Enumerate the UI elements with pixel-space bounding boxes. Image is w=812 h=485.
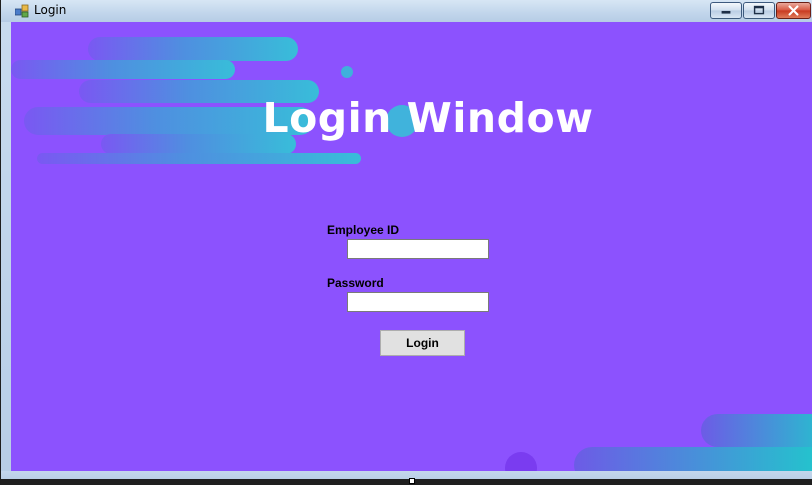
minimize-button[interactable] bbox=[710, 2, 742, 19]
designer-surface-edge bbox=[1, 479, 812, 485]
resize-handle[interactable] bbox=[409, 478, 415, 484]
password-label: Password bbox=[327, 276, 384, 290]
title-bar[interactable]: Login bbox=[1, 0, 812, 22]
login-heading: Login Window bbox=[262, 94, 594, 142]
close-icon bbox=[788, 5, 799, 16]
form-client-area: Login Window Employee ID Password Login bbox=[11, 22, 812, 471]
app-icon bbox=[15, 4, 29, 18]
employee-id-label: Employee ID bbox=[327, 223, 400, 237]
window-title: Login bbox=[34, 3, 67, 17]
maximize-icon bbox=[753, 5, 765, 15]
close-button[interactable] bbox=[776, 2, 811, 19]
employee-id-input[interactable] bbox=[347, 239, 489, 259]
minimize-icon bbox=[721, 10, 731, 14]
maximize-button[interactable] bbox=[743, 2, 775, 19]
login-button[interactable]: Login bbox=[380, 330, 465, 356]
password-input[interactable] bbox=[347, 292, 489, 312]
login-window: Login Login Window Employee ID Password … bbox=[0, 0, 812, 485]
